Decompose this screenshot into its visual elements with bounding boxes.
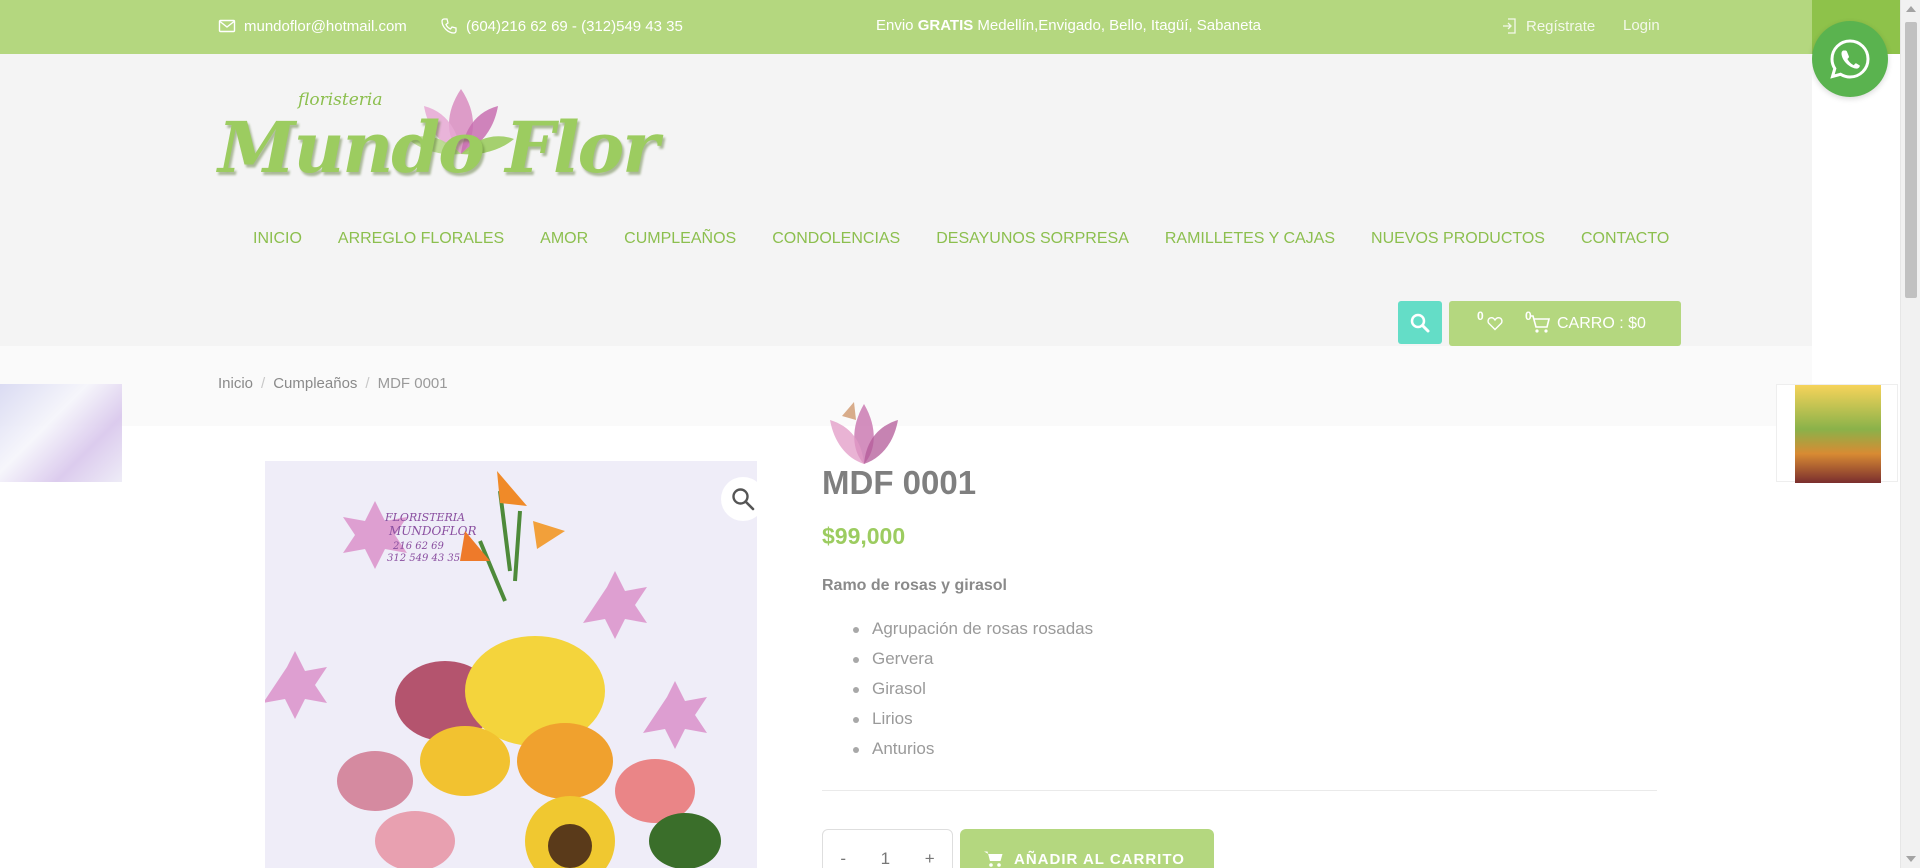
- email-text: mundoflor@hotmail.com: [244, 17, 407, 35]
- site-logo[interactable]: floristeria Mundo Flor: [216, 84, 659, 196]
- quantity-decrease-button[interactable]: -: [840, 849, 846, 868]
- feature-item: Anturios: [852, 739, 1093, 769]
- breadcrumb-current: MDF 0001: [377, 375, 448, 392]
- nav-item-arreglo-florales[interactable]: ARREGLO FLORALES: [338, 230, 504, 248]
- breadcrumb: Inicio / Cumpleaños / MDF 0001: [218, 375, 448, 392]
- top-bar: mundoflor@hotmail.com (604)216 62 69 - (…: [0, 0, 1812, 54]
- register-link[interactable]: Regístrate: [1500, 17, 1595, 35]
- nav-item-contacto[interactable]: CONTACTO: [1581, 230, 1669, 248]
- product-features-list: Agrupación de rosas rosadas Gervera Gira…: [852, 619, 1093, 769]
- shipping-free: GRATIS: [917, 17, 974, 34]
- quantity-input[interactable]: 1: [881, 849, 890, 868]
- nav-item-amor[interactable]: AMOR: [540, 230, 588, 248]
- cart-label: CARRO : $0: [1557, 315, 1646, 332]
- add-to-cart-button[interactable]: AÑADIR AL CARRITO: [960, 829, 1214, 868]
- watermark-phone-1: 216 62 69: [392, 541, 445, 552]
- magnifier-icon: [732, 488, 755, 511]
- quantity-stepper: - 1 +: [822, 829, 953, 868]
- search-icon: [1410, 313, 1430, 332]
- cart-button[interactable]: 0 0 CARRO : $0: [1449, 301, 1681, 346]
- product-image[interactable]: FLORISTERIA MUNDOFLOR 216 62 69 312 549 …: [265, 461, 757, 868]
- page-scrollbar[interactable]: [1900, 0, 1920, 868]
- shipping-cities: Medellín,Envigado, Bello, Itagüí, Sabane…: [973, 17, 1261, 34]
- wishlist-count: 0: [1477, 309, 1484, 323]
- feature-item: Agrupación de rosas rosadas: [852, 619, 1093, 649]
- search-button[interactable]: [1398, 301, 1442, 344]
- feature-item: Lirios: [852, 709, 1093, 739]
- zoom-button[interactable]: [721, 477, 765, 521]
- nav-item-nuevos-productos[interactable]: NUEVOS PRODUCTOS: [1371, 230, 1545, 248]
- watermark-brand-name: MUNDOFLOR: [388, 524, 477, 538]
- nav-item-cumpleanos[interactable]: CUMPLEAÑOS: [624, 230, 736, 248]
- watermark-brand-top: FLORISTERIA: [384, 511, 465, 524]
- phone-text: (604)216 62 69 - (312)549 43 35: [466, 17, 683, 35]
- nav-item-condolencias[interactable]: CONDOLENCIAS: [772, 230, 900, 248]
- logo-wordmark: Mundo Flor: [218, 106, 659, 189]
- envelope-icon: [218, 19, 236, 33]
- main-navigation: INICIO ARREGLO FLORALES AMOR CUMPLEAÑOS …: [253, 230, 1669, 248]
- summary-divider: [822, 790, 1657, 791]
- breadcrumb-category[interactable]: Cumpleaños: [273, 375, 357, 392]
- flower-arrangement-photo: FLORISTERIA MUNDOFLOR 216 62 69 312 549 …: [265, 461, 757, 868]
- feature-item: Gervera: [852, 649, 1093, 679]
- whatsapp-icon: [1830, 39, 1870, 79]
- scroll-thumb[interactable]: [1905, 22, 1917, 298]
- phone-icon: [441, 18, 457, 34]
- heart-icon: [1487, 317, 1503, 331]
- product-short-description: Ramo de rosas y girasol: [822, 577, 1007, 594]
- product-title: MDF 0001: [822, 464, 977, 501]
- add-to-cart-label: AÑADIR AL CARRITO: [1014, 850, 1185, 868]
- whatsapp-button[interactable]: [1812, 21, 1888, 97]
- scroll-down-arrow-icon[interactable]: [1906, 856, 1916, 862]
- shipping-notice: Envio GRATIS Medellín,Envigado, Bello, I…: [876, 17, 1261, 34]
- cart-icon: [1530, 315, 1551, 333]
- breadcrumb-separator: /: [365, 375, 370, 392]
- register-text: Regístrate: [1526, 17, 1596, 35]
- scroll-up-arrow-icon[interactable]: [1906, 6, 1916, 12]
- login-link[interactable]: Login: [1623, 17, 1660, 34]
- leaf-decoration-icon: [830, 402, 898, 464]
- contact-email[interactable]: mundoflor@hotmail.com: [218, 17, 407, 35]
- shipping-prefix: Envio: [876, 17, 918, 34]
- login-arrow-icon: [1503, 18, 1516, 34]
- fruit-basket-image: [1795, 385, 1881, 483]
- contact-phone[interactable]: (604)216 62 69 - (312)549 43 35: [440, 17, 683, 35]
- login-text: Login: [1623, 17, 1660, 34]
- cart-icon: [984, 851, 1003, 867]
- breadcrumb-separator: /: [261, 375, 266, 392]
- watermark-phone-2: 312 549 43 35: [387, 553, 460, 564]
- previous-product-thumbnail[interactable]: [0, 384, 122, 482]
- next-product-thumbnail[interactable]: [1776, 384, 1898, 483]
- feature-item: Girasol: [852, 679, 1093, 709]
- nav-item-inicio[interactable]: INICIO: [253, 230, 302, 248]
- nav-item-ramilletes-y-cajas[interactable]: RAMILLETES Y CAJAS: [1165, 230, 1335, 248]
- breadcrumb-home[interactable]: Inicio: [218, 375, 253, 392]
- nav-item-desayunos-sorpresa[interactable]: DESAYUNOS SORPRESA: [936, 230, 1129, 248]
- quantity-increase-button[interactable]: +: [925, 849, 935, 868]
- product-price: $99,000: [822, 523, 906, 549]
